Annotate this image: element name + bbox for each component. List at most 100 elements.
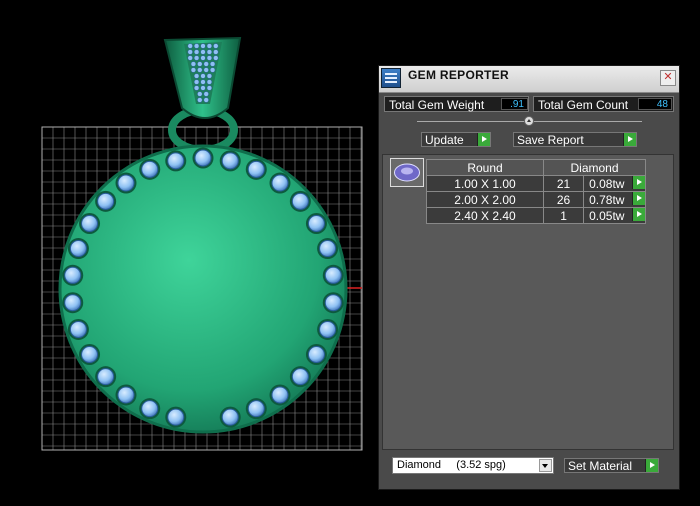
rim-gem bbox=[115, 384, 137, 406]
gem-list-area: Round Diamond 1.00 X 1.00 21 0.08tw 2.00… bbox=[382, 154, 674, 450]
gem-count: 26 bbox=[542, 191, 585, 208]
total-gem-weight-label: Total Gem Weight bbox=[389, 98, 485, 112]
header-material: Diamond bbox=[543, 159, 646, 176]
save-report-button-label: Save Report bbox=[517, 133, 584, 147]
gem-count: 1 bbox=[542, 207, 585, 224]
title-bar[interactable]: GEM REPORTER ✕ bbox=[379, 66, 679, 93]
bail-gem bbox=[206, 55, 213, 61]
rim-gem bbox=[79, 213, 101, 234]
rim-gem bbox=[269, 384, 291, 406]
total-gem-weight: Total Gem Weight .91 bbox=[384, 96, 529, 112]
update-button-label: Update bbox=[425, 133, 464, 147]
bail-gem bbox=[203, 91, 209, 97]
bail-gem bbox=[200, 55, 206, 61]
bail-gem bbox=[187, 55, 193, 61]
bail-gem bbox=[193, 85, 200, 91]
pendant-disc bbox=[58, 144, 348, 434]
total-gem-weight-value: .91 bbox=[501, 98, 528, 110]
set-material-button-label: Set Material bbox=[568, 459, 633, 473]
gem-size: 2.00 X 2.00 bbox=[426, 191, 544, 208]
rim-gem bbox=[67, 238, 89, 260]
row-select-button[interactable] bbox=[632, 192, 645, 205]
bail-gem bbox=[203, 97, 209, 103]
bail-gem bbox=[206, 79, 213, 85]
rim-gem bbox=[305, 213, 327, 234]
rim-gem bbox=[219, 406, 241, 428]
rim-gem bbox=[322, 264, 344, 286]
rim-gem bbox=[165, 406, 187, 428]
rim-gem bbox=[322, 292, 344, 314]
collapse-knob[interactable] bbox=[524, 116, 534, 126]
rim-gem bbox=[62, 264, 84, 286]
rim-gem bbox=[269, 172, 291, 194]
bail-gem bbox=[193, 49, 200, 55]
play-arrow-icon bbox=[645, 459, 658, 472]
bail-gem bbox=[197, 67, 203, 73]
rim-gem bbox=[192, 147, 214, 169]
gem-table: Round Diamond 1.00 X 1.00 21 0.08tw 2.00… bbox=[426, 159, 646, 224]
viewport-3d[interactable] bbox=[0, 0, 378, 506]
panel-title: GEM REPORTER bbox=[408, 68, 509, 82]
table-row: 2.40 X 2.40 1 0.05tw bbox=[426, 207, 646, 224]
header-shape: Round bbox=[426, 159, 544, 176]
gem-size: 1.00 X 1.00 bbox=[426, 175, 544, 192]
rim-gem bbox=[289, 366, 311, 388]
table-row: 2.00 X 2.00 26 0.78tw bbox=[426, 191, 646, 208]
gem-reporter-panel: GEM REPORTER ✕ Total Gem Weight .91 Tota… bbox=[378, 65, 680, 490]
gem-size: 2.40 X 2.40 bbox=[426, 207, 544, 224]
bail-gem bbox=[187, 43, 193, 49]
total-gem-count: Total Gem Count 48 bbox=[533, 96, 674, 112]
rim-gem bbox=[245, 398, 267, 420]
gem-table-header: Round Diamond bbox=[426, 159, 646, 176]
dropdown-arrow-icon[interactable] bbox=[539, 459, 552, 472]
material-select[interactable]: Diamond (3.52 spg) bbox=[392, 457, 554, 474]
row-select-button[interactable] bbox=[632, 176, 645, 189]
play-arrow-icon bbox=[623, 133, 636, 146]
bail-gem bbox=[200, 43, 206, 49]
bail-gem bbox=[213, 43, 219, 49]
rim-gem bbox=[79, 344, 101, 365]
rim-gem bbox=[95, 190, 117, 212]
rim-gem bbox=[165, 150, 187, 172]
save-report-button[interactable]: Save Report bbox=[513, 132, 637, 147]
gem-weight: 0.05tw bbox=[589, 208, 625, 223]
rim-gem bbox=[305, 344, 327, 365]
gem-weight-cell: 0.78tw bbox=[583, 191, 646, 208]
bail-gem bbox=[213, 49, 219, 55]
bail-gem bbox=[209, 61, 216, 67]
bail-gem bbox=[197, 61, 203, 67]
bail-gem bbox=[206, 73, 213, 79]
set-material-button[interactable]: Set Material bbox=[564, 458, 659, 473]
rim-gem bbox=[317, 238, 339, 260]
bail-gem bbox=[190, 61, 197, 67]
gem-weight: 0.78tw bbox=[589, 192, 625, 207]
close-icon[interactable]: ✕ bbox=[660, 70, 676, 86]
material-select-value: Diamond (3.52 spg) bbox=[397, 459, 506, 471]
bail-gem bbox=[190, 67, 197, 73]
bail-gem bbox=[197, 97, 203, 103]
bail-gem bbox=[193, 55, 200, 61]
rim-gem bbox=[139, 158, 161, 180]
gem-weight-cell: 0.08tw bbox=[583, 175, 646, 192]
bail-gem bbox=[213, 55, 219, 61]
bail-gem bbox=[193, 79, 200, 85]
bail-gem bbox=[200, 73, 206, 79]
bail-gem bbox=[193, 43, 200, 49]
table-row: 1.00 X 1.00 21 0.08tw bbox=[426, 175, 646, 192]
gem-shape-icon[interactable] bbox=[390, 158, 424, 187]
play-arrow-icon bbox=[477, 133, 490, 146]
gem-count: 21 bbox=[542, 175, 585, 192]
gem-weight-cell: 0.05tw bbox=[583, 207, 646, 224]
row-select-button[interactable] bbox=[632, 208, 645, 221]
update-button[interactable]: Update bbox=[421, 132, 491, 147]
bail-gem bbox=[200, 49, 206, 55]
rim-gem bbox=[219, 150, 241, 172]
total-gem-count-label: Total Gem Count bbox=[538, 98, 629, 112]
bail-gem bbox=[209, 67, 216, 73]
rim-gem bbox=[62, 292, 84, 314]
gem-weight: 0.08tw bbox=[589, 176, 625, 191]
bail-gem bbox=[203, 67, 209, 73]
bail-gem bbox=[206, 43, 213, 49]
rim-gem bbox=[67, 318, 89, 340]
rim-gem bbox=[245, 158, 267, 180]
